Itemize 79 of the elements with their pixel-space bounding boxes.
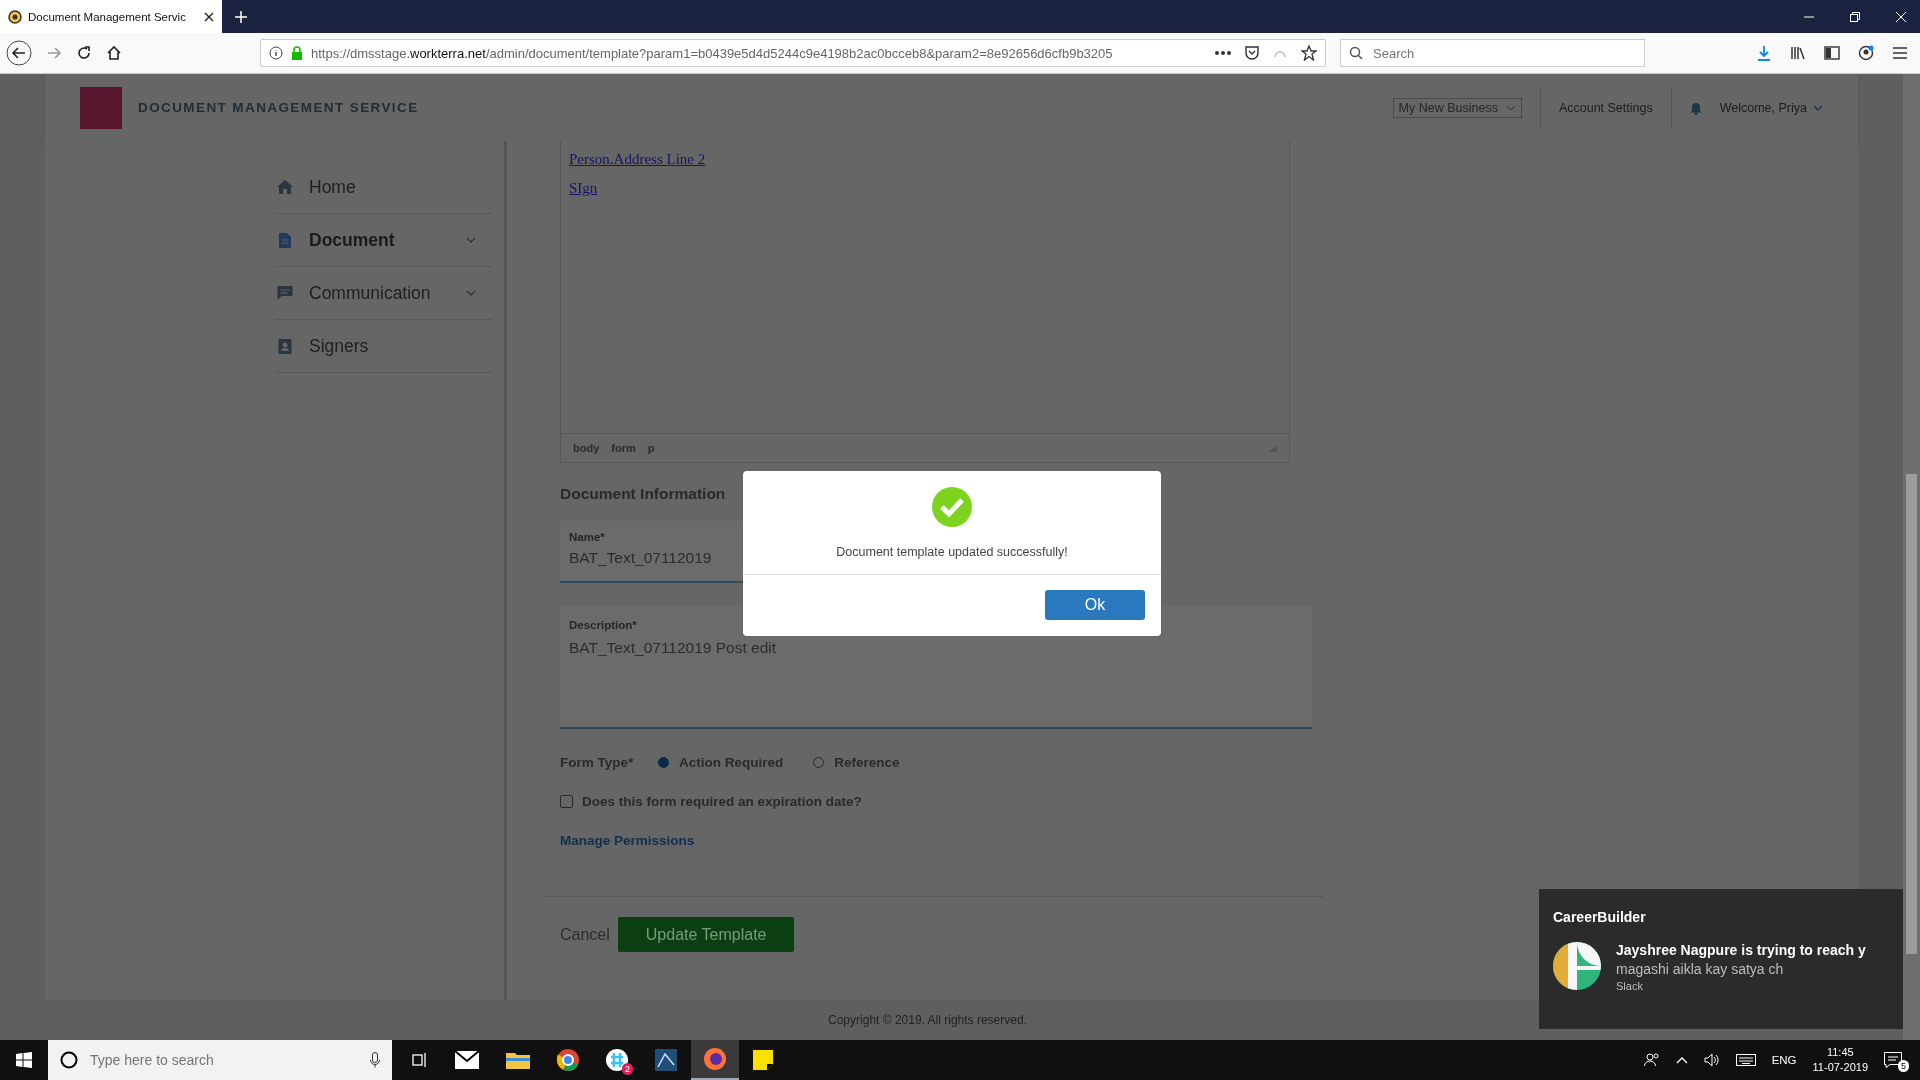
account-icon[interactable] — [1858, 45, 1874, 61]
radio-option[interactable]: Action Required — [658, 755, 784, 770]
notification-count-badge: 5 — [1898, 1060, 1909, 1072]
keyboard-icon[interactable] — [1735, 1054, 1756, 1066]
app-title: DOCUMENT MANAGEMENT SERVICE — [138, 100, 419, 115]
speaker-icon[interactable] — [1703, 1053, 1720, 1067]
star-icon[interactable] — [1301, 45, 1317, 61]
search-circle-icon — [60, 1051, 78, 1069]
copyright-text: Copyright © 2019. All rights reserved. — [828, 1013, 1027, 1027]
clock[interactable]: 11:45 11-07-2019 — [1812, 1045, 1868, 1075]
chevron-down-icon — [1813, 104, 1823, 111]
user-menu[interactable]: Welcome, Priya — [1719, 100, 1823, 115]
shield-icon[interactable] — [1245, 46, 1259, 60]
ok-button[interactable]: Ok — [1045, 590, 1145, 620]
browser-icon[interactable] — [557, 1049, 579, 1071]
search-icon — [1349, 46, 1363, 60]
logo-photo-placeholder — [80, 86, 122, 129]
sidebar-item[interactable]: Document — [275, 214, 492, 267]
update-template-button[interactable]: Update Template — [617, 917, 795, 952]
manage-permissions-link[interactable]: Manage Permissions — [560, 833, 695, 848]
folder-icon[interactable] — [506, 1051, 530, 1069]
merge-field-link[interactable]: SIgn — [569, 180, 598, 197]
close-icon[interactable] — [204, 11, 214, 22]
scrollbar[interactable] — [1903, 74, 1920, 1040]
home-icon[interactable] — [106, 45, 122, 61]
people-icon[interactable] — [1643, 1053, 1660, 1067]
rich-text-editor[interactable]: Person.Address Line 2 SIgn body form p — [560, 141, 1290, 463]
new-tab-icon[interactable] — [235, 10, 247, 23]
sidebar-item[interactable]: Communication — [275, 267, 492, 320]
action-center-icon[interactable] — [1884, 1052, 1902, 1068]
account-settings-link[interactable]: Account Settings — [1558, 100, 1653, 115]
element-path-item[interactable]: body — [573, 442, 600, 454]
language-indicator[interactable]: ENG — [1771, 1054, 1797, 1066]
restore-icon[interactable] — [1850, 11, 1860, 22]
business-dropdown[interactable]: My New Business — [1392, 97, 1522, 118]
sticky-note-icon[interactable] — [753, 1050, 773, 1070]
library-icon[interactable] — [1790, 45, 1806, 61]
notification-title: Jayshree Nagpure is trying to reach y — [1616, 942, 1866, 958]
chat-icon — [277, 286, 293, 300]
back-icon[interactable] — [6, 40, 32, 66]
chevron-up-icon[interactable] — [1675, 1056, 1688, 1064]
chevron-down-icon — [1505, 104, 1516, 111]
info-icon — [269, 46, 283, 60]
sidebar-item[interactable]: Signers — [275, 320, 492, 373]
section-heading: Document Information — [560, 485, 727, 503]
reload-icon[interactable] — [76, 45, 92, 61]
element-path-item[interactable]: form — [611, 442, 636, 454]
document-icon — [277, 232, 293, 248]
more-icon[interactable] — [1215, 51, 1231, 55]
notification-message: magashi aikla kay satya ch — [1616, 961, 1785, 977]
sidebar-icon[interactable] — [1824, 46, 1840, 60]
menu-icon[interactable] — [1892, 46, 1908, 60]
padlock-icon — [291, 46, 303, 60]
expiration-checkbox[interactable]: Does this form required an expiration date? — [560, 794, 1858, 809]
notification-app-name: CareerBuilder — [1553, 909, 1647, 925]
merge-field-link[interactable]: Person.Address Line 2 — [569, 151, 706, 168]
notification-source: Slack — [1616, 980, 1644, 992]
search-input[interactable]: Type here to search — [88, 1051, 360, 1069]
download-icon[interactable] — [1756, 45, 1772, 61]
cancel-link[interactable]: Cancel — [560, 925, 610, 944]
chat-app-icon[interactable] — [606, 1049, 628, 1071]
app-logo-icon — [1553, 942, 1601, 990]
browser-search-field[interactable]: Search — [1340, 39, 1645, 67]
notification-toast[interactable]: CareerBuilder Jayshree Nagpure is trying to reach y magashi aikla kay satya ch Slack — [1539, 889, 1903, 1029]
form-type-label: Form Type* — [560, 755, 635, 770]
id-badge-icon — [277, 338, 293, 354]
forward-icon[interactable] — [46, 45, 62, 61]
task-view-icon[interactable] — [412, 1052, 428, 1068]
mail-icon[interactable] — [455, 1051, 479, 1069]
windows-start-icon[interactable] — [16, 1052, 32, 1068]
element-path-item[interactable]: p — [647, 442, 655, 454]
checkmark-icon — [932, 487, 972, 527]
microphone-icon[interactable] — [370, 1052, 380, 1068]
address-bar[interactable]: https://dmsstage.workterra.net/admin/document/template?param1=b0439e5d4d5244c9e4198b2ac0bcceb8&param2=8e92656d6cfb9b3205 — [260, 39, 1326, 67]
radio-option[interactable]: Reference — [813, 755, 900, 770]
sidebar-item[interactable]: Home — [275, 161, 492, 214]
taskbar-search-field[interactable]: Type here to search — [48, 1040, 392, 1080]
home-icon — [277, 180, 293, 194]
browser-tab[interactable]: Document Management Servic — [0, 0, 222, 33]
